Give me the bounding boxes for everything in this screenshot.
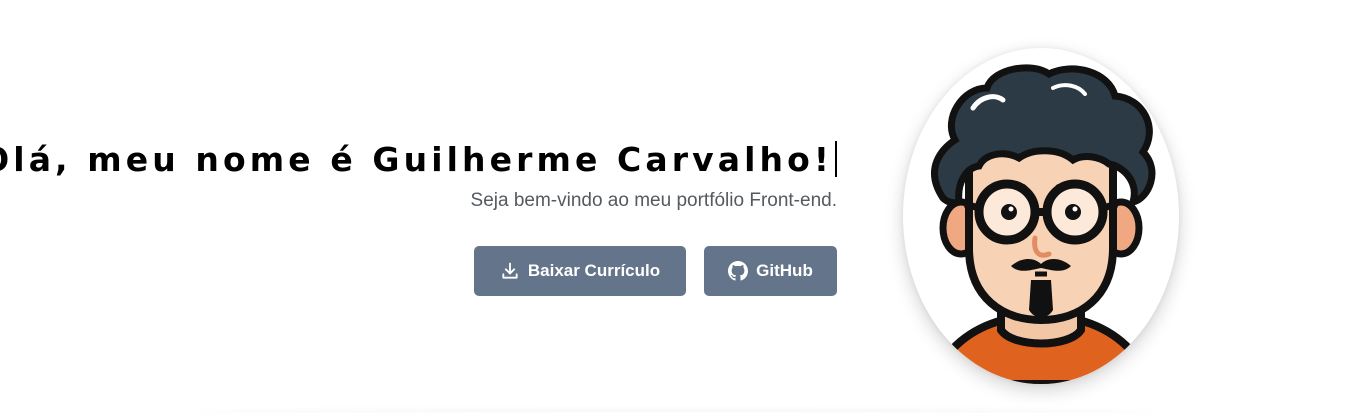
download-icon [500,261,520,281]
headline: Olá, meu nome é Guilherme Carvalho! [0,138,837,182]
download-cv-label: Baixar Currículo [527,261,661,280]
headline-text: Olá, meu nome é Guilherme Carvalho! [0,140,833,179]
download-cv-button[interactable]: Baixar Currículo [474,246,686,296]
avatar-illustration [928,64,1156,384]
subtitle: Seja bem-vindo ao meu portfólio Front-en… [470,190,837,211]
hero-buttons: Baixar Currículo GitHub [0,246,837,296]
typing-caret [835,141,837,177]
hero-section: Olá, meu nome é Guilherme Carvalho! Seja… [0,0,1349,416]
avatar [903,48,1179,384]
hero-text-block: Olá, meu nome é Guilherme Carvalho! Seja… [0,138,837,296]
github-icon [728,261,749,281]
github-label: GitHub [756,261,813,280]
section-divider-shadow [190,412,1159,416]
github-button[interactable]: GitHub [704,246,837,296]
